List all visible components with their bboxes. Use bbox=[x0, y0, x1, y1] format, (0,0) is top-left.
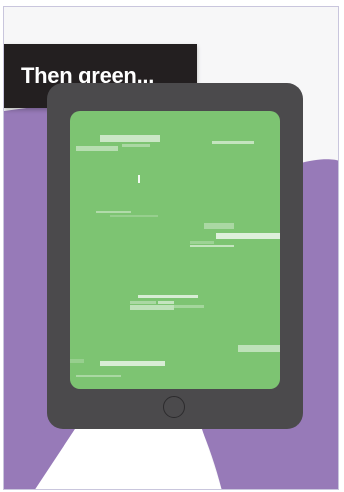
glitch-line bbox=[174, 305, 204, 308]
glitch-line bbox=[122, 144, 150, 147]
glitch-line bbox=[190, 245, 234, 247]
glitch-line bbox=[216, 233, 280, 239]
glitch-line bbox=[158, 301, 174, 304]
tablet-screen bbox=[70, 111, 280, 389]
glitch-line bbox=[204, 223, 234, 229]
glitch-line bbox=[238, 345, 280, 352]
glitch-line bbox=[110, 215, 158, 217]
glitch-line bbox=[212, 141, 254, 144]
glitch-line bbox=[100, 135, 160, 142]
glitch-line bbox=[96, 211, 131, 213]
glitch-line bbox=[190, 241, 214, 244]
glitch-line bbox=[100, 361, 165, 366]
tablet-device bbox=[47, 83, 303, 429]
glitch-line bbox=[130, 305, 174, 310]
glitch-line bbox=[138, 295, 198, 298]
home-button[interactable] bbox=[163, 396, 185, 418]
glitch-line bbox=[138, 175, 140, 183]
glitch-line bbox=[130, 301, 156, 304]
glitch-line bbox=[76, 375, 121, 377]
slide-frame: Then green... bbox=[3, 6, 339, 490]
glitch-line bbox=[70, 359, 84, 363]
glitch-line bbox=[76, 146, 118, 151]
